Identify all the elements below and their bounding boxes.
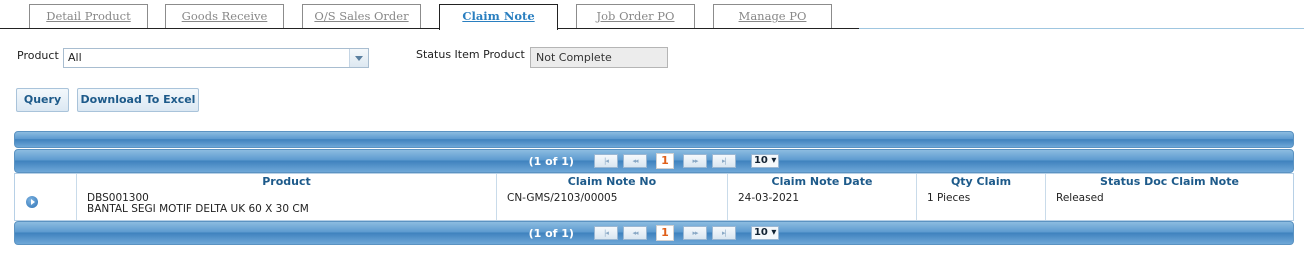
product-name: BANTAL SEGI MOTIF DELTA UK 60 X 30 CM	[87, 203, 309, 215]
tab-os-sales-order[interactable]: O/S Sales Order	[302, 4, 421, 28]
tab-underline-light	[859, 28, 1304, 29]
tab-manage-po[interactable]: Manage PO	[713, 4, 832, 28]
tab-claim-note[interactable]: Claim Note	[439, 4, 558, 32]
download-excel-button[interactable]: Download To Excel	[77, 88, 199, 112]
grid-title-bar	[14, 131, 1294, 148]
last-page-icon[interactable]: ▸|	[711, 226, 736, 240]
chevron-down-icon: ▾	[767, 155, 777, 166]
first-page-icon[interactable]: |◂	[593, 226, 618, 240]
rows-per-page-value: 10	[753, 155, 768, 166]
rows-per-page-select[interactable]: 10 ▾	[750, 154, 780, 168]
claim-note-date-cell: 24-03-2021	[727, 190, 916, 220]
page-count: (1 of 1)	[528, 226, 574, 240]
prev-page-icon[interactable]: ◂◂	[622, 226, 647, 240]
product-cell: DBS001300 BANTAL SEGI MOTIF DELTA UK 60 …	[76, 190, 496, 220]
tab-goods-receive[interactable]: Goods Receive	[165, 4, 284, 28]
column-header-product[interactable]: Product	[76, 174, 496, 190]
prev-page-icon[interactable]: ◂◂	[622, 154, 647, 168]
chevron-down-icon[interactable]	[349, 49, 368, 67]
paginator-top: (1 of 1) |◂ ◂◂ 1 ▸▸ ▸| 10 ▾	[14, 149, 1294, 173]
tab-job-order-po[interactable]: Job Order PO	[576, 4, 695, 28]
paginator-bottom: (1 of 1) |◂ ◂◂ 1 ▸▸ ▸| 10 ▾	[14, 221, 1294, 245]
current-page[interactable]: 1	[655, 153, 674, 169]
chevron-down-icon: ▾	[767, 227, 777, 238]
last-page-icon[interactable]: ▸|	[711, 154, 736, 168]
product-select-value: All	[68, 51, 82, 64]
grid-header: Product Claim Note No Claim Note Date Qt…	[14, 173, 1294, 191]
rows-per-page-select[interactable]: 10 ▾	[750, 226, 780, 240]
product-label: Product	[17, 49, 59, 62]
tab-detail-product[interactable]: Detail Product	[29, 4, 148, 28]
expander-column-header	[15, 174, 76, 190]
query-button[interactable]: Query	[16, 88, 69, 112]
expander-cell	[15, 190, 76, 220]
claim-note-no-cell: CN-GMS/2103/00005	[496, 190, 727, 220]
column-header-status-doc[interactable]: Status Doc Claim Note	[1045, 174, 1293, 190]
qty-claim-cell: 1 Pieces	[916, 190, 1045, 220]
next-page-icon[interactable]: ▸▸	[682, 226, 707, 240]
column-header-qty-claim[interactable]: Qty Claim	[916, 174, 1045, 190]
status-item-product-field: Not Complete	[530, 47, 668, 68]
page-count: (1 of 1)	[528, 154, 574, 168]
rows-per-page-value: 10	[753, 227, 768, 238]
status-doc-cell: Released	[1045, 190, 1293, 220]
column-header-claim-note-date[interactable]: Claim Note Date	[727, 174, 916, 190]
next-page-icon[interactable]: ▸▸	[682, 154, 707, 168]
first-page-icon[interactable]: |◂	[593, 154, 618, 168]
tab-bar: Detail Product Goods Receive O/S Sales O…	[0, 0, 1304, 32]
product-select[interactable]: All	[63, 48, 369, 68]
status-item-product-label: Status Item Product	[416, 48, 525, 61]
tab-underline	[0, 28, 859, 29]
table-row[interactable]: DBS001300 BANTAL SEGI MOTIF DELTA UK 60 …	[14, 190, 1294, 221]
current-page[interactable]: 1	[655, 225, 674, 241]
column-header-claim-note-no[interactable]: Claim Note No	[496, 174, 727, 190]
expand-row-icon[interactable]	[26, 196, 38, 208]
